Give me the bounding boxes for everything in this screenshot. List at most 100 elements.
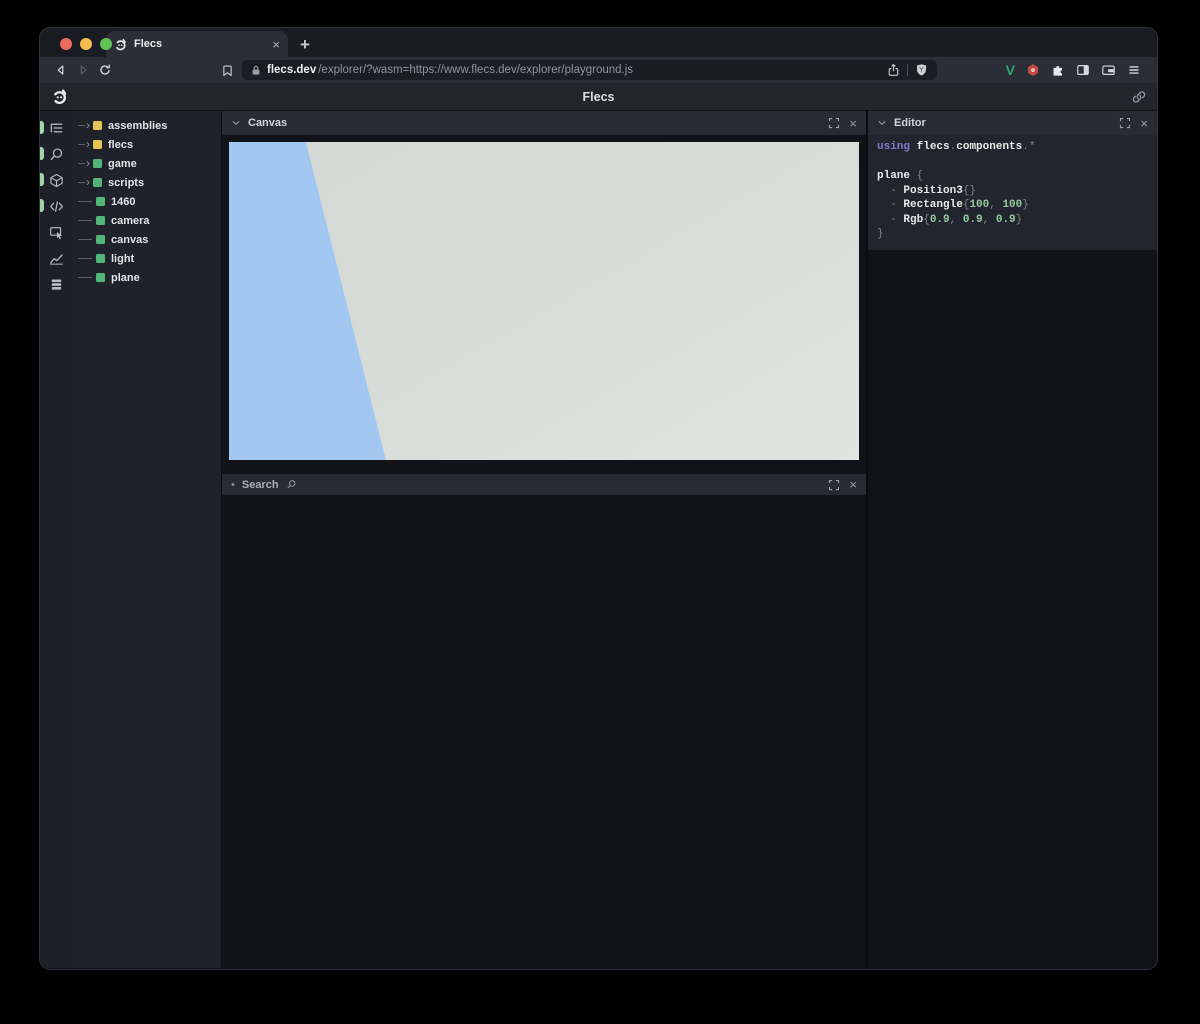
expand-chevron-icon[interactable]: ›	[86, 119, 90, 131]
browser-toolbar: flecs.dev /explorer/?wasm=https://www.fl…	[40, 57, 1157, 83]
browser-tab-flecs[interactable]: Flecs ×	[106, 31, 288, 57]
empty-workspace	[222, 495, 866, 968]
close-icon[interactable]: ×	[1140, 117, 1148, 130]
expand-chevron-icon[interactable]: ›	[86, 138, 90, 150]
tree-item-scripts[interactable]: › scripts	[72, 173, 221, 192]
forward-button[interactable]	[72, 63, 94, 77]
sidebar-item-stats[interactable]	[40, 245, 72, 271]
brave-shield-icon[interactable]	[915, 63, 928, 77]
desktop-background: Flecs × +	[0, 0, 1200, 1024]
canvas-3d-scene[interactable]	[229, 142, 859, 460]
code-line: plane {	[877, 169, 1157, 184]
tree-item-camera[interactable]: camera	[72, 211, 221, 230]
chevron-down-icon[interactable]	[877, 118, 887, 128]
fullscreen-icon[interactable]	[828, 479, 840, 491]
tree-connector-line	[78, 201, 92, 202]
icon-sidebar	[40, 111, 72, 968]
menu-hamburger-icon[interactable]	[1127, 63, 1141, 77]
tree-item-light[interactable]: light	[72, 249, 221, 268]
active-indicator	[40, 121, 44, 134]
canvas-panel-header: Canvas ×	[222, 111, 866, 135]
entity-label: light	[111, 253, 134, 265]
search-icon	[286, 479, 297, 490]
sidebar-item-search[interactable]	[40, 141, 72, 167]
sidebar-toggle-icon[interactable]	[1076, 63, 1090, 77]
code-icon	[49, 199, 64, 214]
tree-item-1460[interactable]: 1460	[72, 192, 221, 211]
tree-item-flecs[interactable]: › flecs	[72, 135, 221, 154]
window-close-button[interactable]	[60, 38, 72, 50]
reload-button[interactable]	[94, 63, 116, 77]
vue-devtools-icon[interactable]: V	[1006, 63, 1015, 77]
sidebar-item-entities[interactable]	[40, 167, 72, 193]
expand-chevron-icon[interactable]: ›	[86, 176, 90, 188]
close-icon[interactable]: ×	[849, 117, 857, 130]
url-divider	[907, 64, 908, 76]
back-button[interactable]	[50, 63, 72, 77]
bookmark-icon[interactable]	[216, 64, 238, 77]
sidebar-item-queries[interactable]	[40, 271, 72, 297]
window-zoom-button[interactable]	[100, 38, 112, 50]
tab-close-icon[interactable]: ×	[272, 38, 280, 51]
entity-label: scripts	[108, 177, 144, 189]
tree-connector-line	[78, 277, 92, 278]
tree-item-plane[interactable]: plane	[72, 268, 221, 287]
code-line: - Rectangle{100, 100}	[877, 198, 1157, 213]
tree-connector-line	[78, 125, 85, 126]
code-line: using flecs.components.*	[877, 140, 1157, 155]
tree-item-canvas[interactable]: canvas	[72, 230, 221, 249]
url-path: /explorer/?wasm=https://www.flecs.dev/ex…	[318, 64, 633, 76]
browser-window: Flecs × +	[40, 28, 1157, 969]
extension-hexagon-icon[interactable]	[1026, 63, 1040, 78]
entity-label: camera	[111, 215, 150, 227]
tree-item-game[interactable]: › game	[72, 154, 221, 173]
entity-label: plane	[111, 272, 140, 284]
queries-stack-icon	[49, 277, 64, 292]
new-tab-button[interactable]: +	[300, 35, 310, 55]
code-line: - Rgb{0.9, 0.9, 0.9}	[877, 213, 1157, 228]
code-line	[877, 155, 1157, 170]
active-indicator	[40, 173, 44, 186]
active-indicator	[40, 147, 44, 160]
editor-code[interactable]: using flecs.components.* plane { - Posit…	[868, 135, 1157, 250]
center-panel: Canvas × • Search	[222, 111, 866, 968]
window-minimize-button[interactable]	[80, 38, 92, 50]
close-icon[interactable]: ×	[849, 478, 857, 491]
entity-label: game	[108, 158, 137, 170]
editor-panel-header: Editor ×	[868, 111, 1157, 135]
search-panel-header[interactable]: • Search ×	[222, 474, 866, 495]
tree-connector-line	[78, 163, 85, 164]
entity-color-square	[93, 159, 102, 168]
tree-connector-line	[78, 144, 85, 145]
app-header: Flecs	[40, 83, 1157, 111]
entity-color-square	[96, 197, 105, 206]
sidebar-item-entity-tree[interactable]	[40, 115, 72, 141]
extensions-puzzle-icon[interactable]	[1051, 63, 1065, 77]
page-title: Flecs	[40, 90, 1157, 104]
sidebar-item-code[interactable]	[40, 193, 72, 219]
editor-panel-title: Editor	[894, 117, 926, 129]
fullscreen-icon[interactable]	[828, 117, 840, 129]
search-panel-label: Search	[242, 479, 279, 491]
sidebar-item-inspector[interactable]	[40, 219, 72, 245]
entity-color-square	[96, 216, 105, 225]
entity-tree-icon	[49, 121, 64, 136]
wallet-icon[interactable]	[1101, 63, 1116, 77]
url-bar[interactable]: flecs.dev /explorer/?wasm=https://www.fl…	[242, 60, 937, 80]
tree-connector-line	[78, 258, 92, 259]
entity-label: flecs	[108, 139, 133, 151]
editor-panel: Editor × using flecs.components.* plane …	[868, 111, 1157, 968]
entity-color-square	[93, 121, 102, 130]
canvas-sky-region	[229, 142, 859, 460]
entity-label: canvas	[111, 234, 148, 246]
expand-chevron-icon[interactable]: ›	[86, 157, 90, 169]
chevron-down-icon[interactable]	[231, 118, 241, 128]
url-domain: flecs.dev	[267, 64, 316, 76]
share-icon[interactable]	[887, 63, 900, 77]
fullscreen-icon[interactable]	[1119, 117, 1131, 129]
tree-item-assemblies[interactable]: ›assemblies	[72, 116, 221, 135]
entity-color-square	[96, 235, 105, 244]
inspector-icon	[49, 225, 64, 240]
stats-chart-icon	[49, 251, 64, 266]
tree-connector-line	[78, 239, 92, 240]
